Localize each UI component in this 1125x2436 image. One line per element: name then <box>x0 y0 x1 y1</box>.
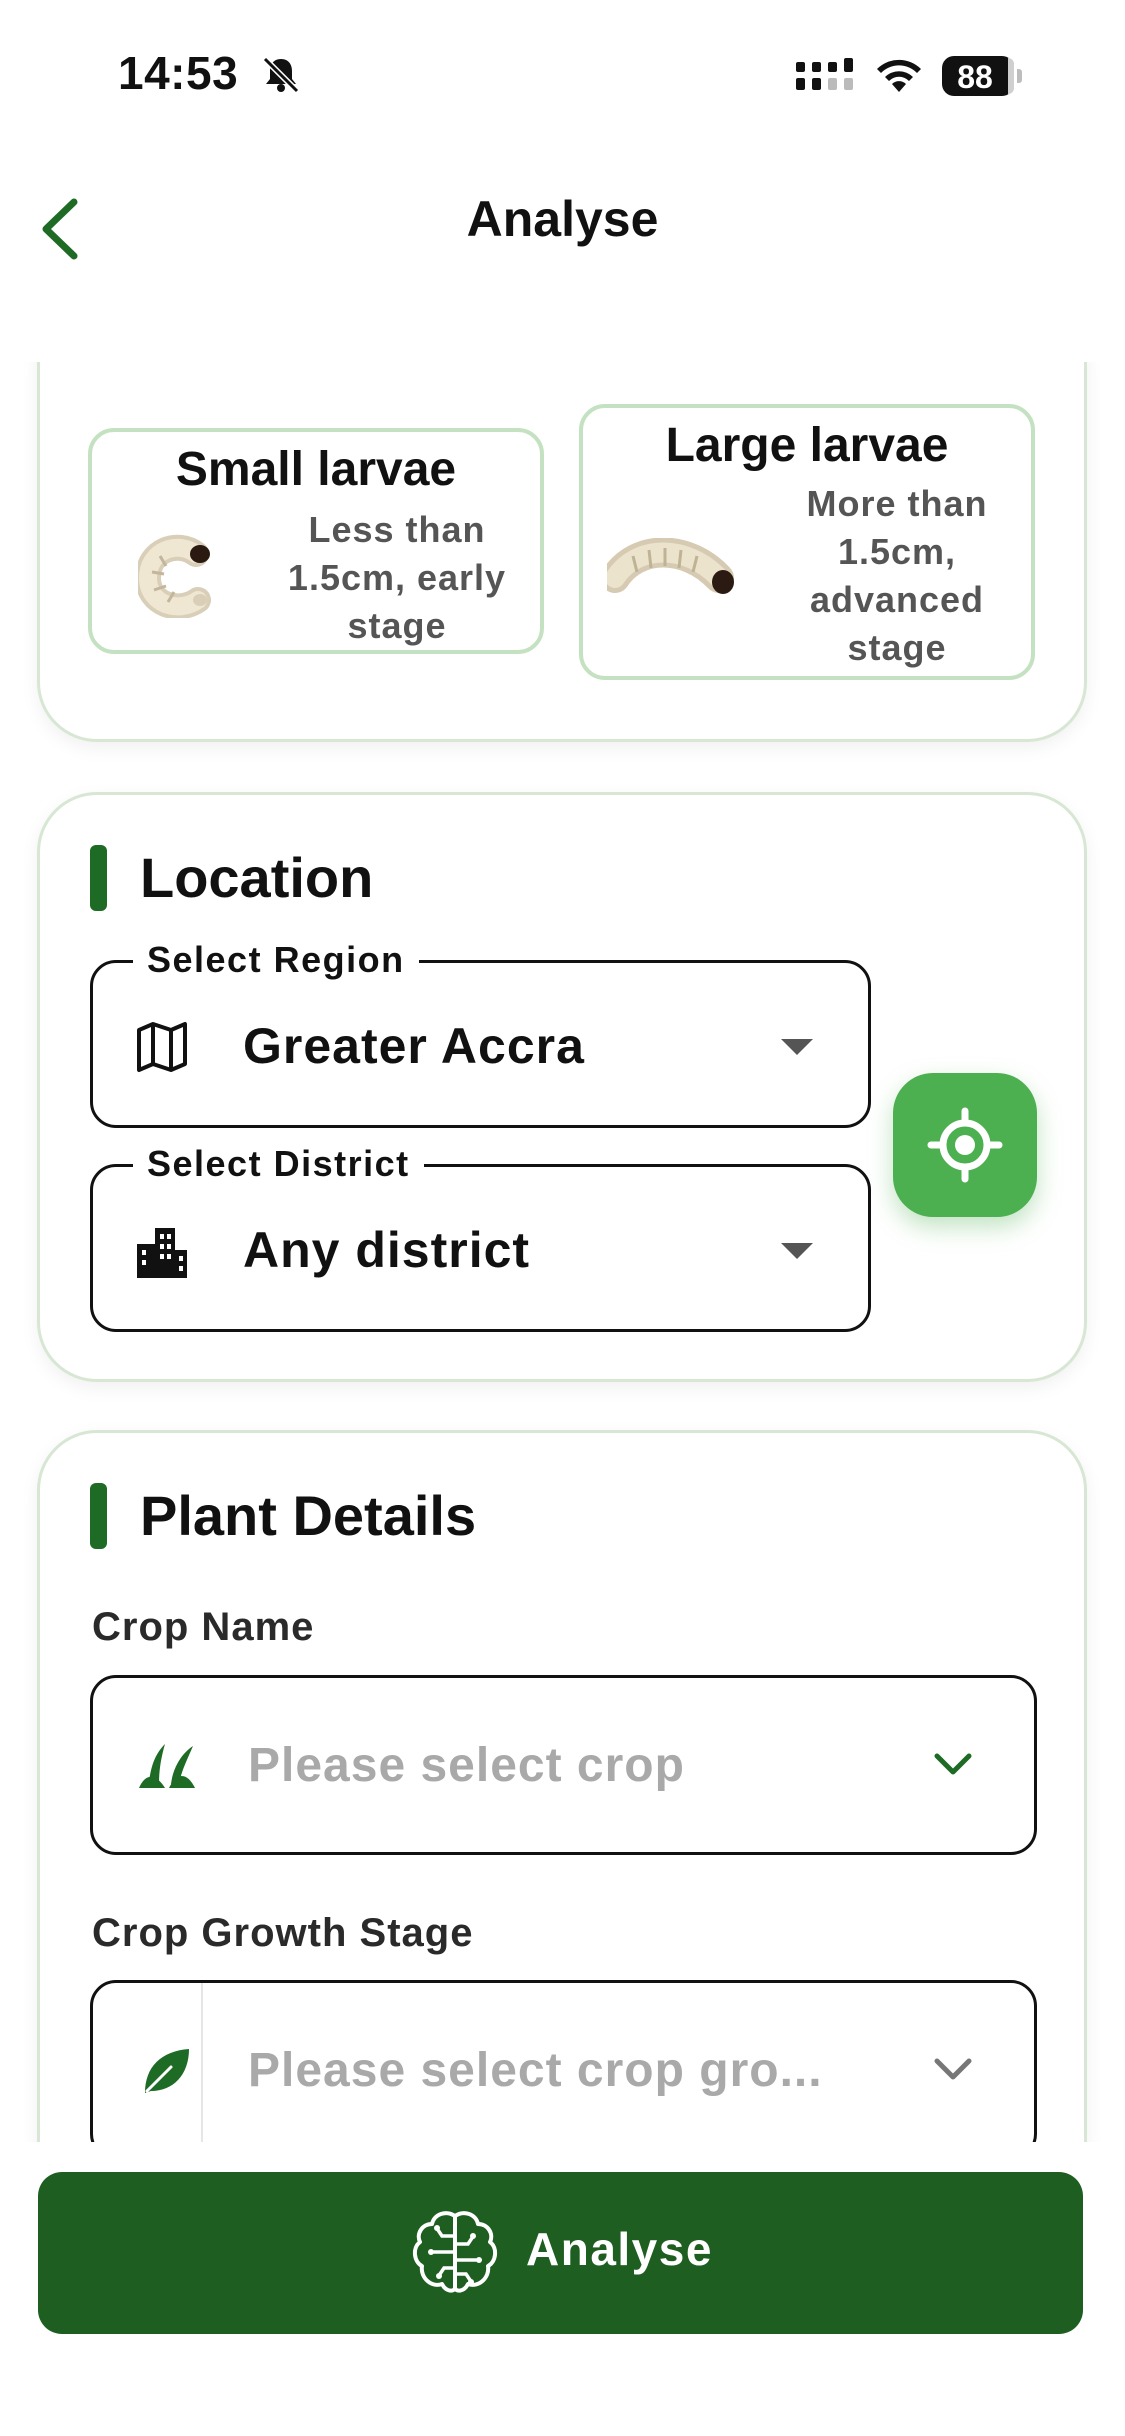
large-larvae-option[interactable]: Large larvae More than 1.5cm, advanced s… <box>579 404 1035 680</box>
grass-sprout-icon <box>139 1744 195 1788</box>
large-larvae-description: More than 1.5cm, advanced stage <box>806 483 988 668</box>
large-larva-image <box>607 538 734 594</box>
chevron-down-icon <box>934 2058 972 2080</box>
location-card: Location Select Region Greater Accra Sel… <box>37 792 1087 1382</box>
dropdown-caret-icon <box>781 1039 813 1055</box>
cellular-signal-icon <box>796 58 853 90</box>
region-value: Greater Accra <box>243 1018 585 1074</box>
analyse-button[interactable]: Analyse <box>38 2172 1083 2334</box>
crop-name-label: Crop Name <box>92 1605 315 1649</box>
crop-name-select[interactable]: Please select crop <box>90 1675 1037 1855</box>
nav-bar: Analyse <box>0 150 1125 360</box>
gps-target-icon <box>927 1107 1003 1183</box>
plant-details-card: Plant Details Crop Name Please select cr… <box>37 1430 1087 2142</box>
city-buildings-icon <box>137 1228 187 1278</box>
crop-growth-stage-label: Crop Growth Stage <box>92 1911 474 1955</box>
analyse-button-label: Analyse <box>526 2223 713 2275</box>
region-select[interactable]: Select Region Greater Accra <box>90 939 871 1128</box>
location-title: Location <box>140 846 374 909</box>
battery-percent: 88 <box>957 59 993 95</box>
crop-name-placeholder: Please select crop <box>248 1739 685 1792</box>
leaf-icon <box>145 2049 189 2093</box>
scroll-content[interactable]: Small larvae Less than 1.5cm, early stag… <box>0 362 1125 2142</box>
district-label: Select District <box>133 1143 424 1185</box>
region-label: Select Region <box>133 939 419 981</box>
small-larvae-option[interactable]: Small larvae Less than 1.5cm, early stag… <box>88 428 544 654</box>
district-value: Any district <box>243 1222 531 1278</box>
bell-muted-icon <box>262 56 300 94</box>
larvae-size-card: Small larvae Less than 1.5cm, early stag… <box>37 362 1087 742</box>
small-larvae-description: Less than 1.5cm, early stage <box>287 509 507 646</box>
crop-growth-stage-select[interactable]: Please select crop gro... <box>90 1980 1037 2142</box>
status-bar: 14:53 88 <box>0 0 1125 150</box>
page-title: Analyse <box>466 191 659 247</box>
small-larva-image <box>138 534 211 618</box>
dropdown-caret-icon <box>781 1243 813 1259</box>
section-accent <box>90 1483 107 1549</box>
status-time: 14:53 <box>118 47 239 99</box>
wifi-icon <box>877 59 921 92</box>
battery-indicator: 88 <box>942 56 1022 96</box>
bottom-action-bar: Analyse <box>0 2142 1125 2436</box>
map-icon <box>137 1022 187 1072</box>
brain-icon <box>413 2211 497 2293</box>
locate-me-button[interactable] <box>893 1073 1037 1217</box>
large-larvae-title: Large larvae <box>665 419 949 472</box>
section-accent <box>90 845 107 911</box>
field-divider <box>201 1983 203 2142</box>
small-larvae-title: Small larvae <box>175 443 457 496</box>
crop-growth-stage-placeholder: Please select crop gro... <box>248 2044 823 2097</box>
chevron-down-icon <box>934 1753 972 1775</box>
plant-details-title: Plant Details <box>140 1484 477 1547</box>
district-select[interactable]: Select District Any district <box>90 1143 871 1332</box>
